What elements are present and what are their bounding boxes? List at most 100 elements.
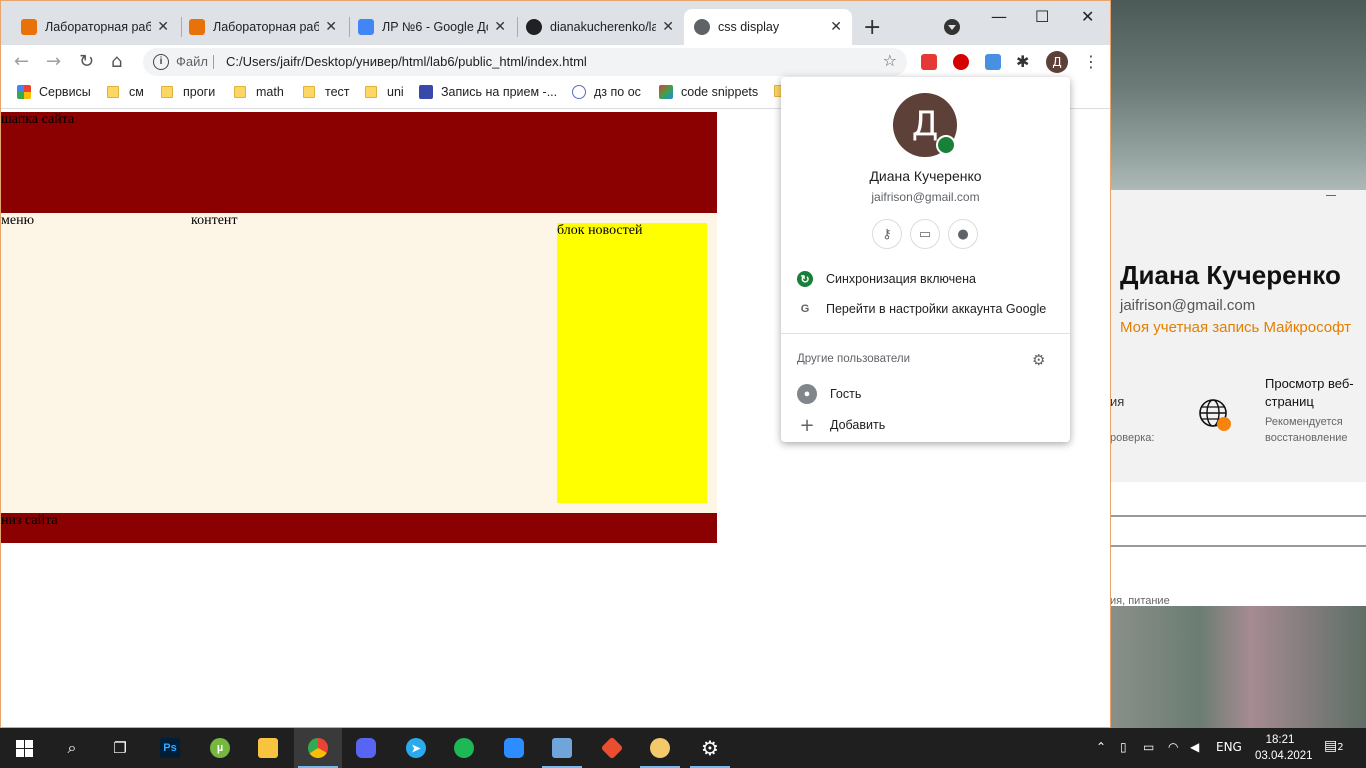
tab-lab-2[interactable]: Лабораторная раб ✕ xyxy=(179,9,347,45)
forward-icon[interactable]: → xyxy=(46,51,61,72)
minimize-icon[interactable]: — xyxy=(991,7,1007,26)
tab-lab-1[interactable]: Лабораторная раб ✕ xyxy=(11,9,179,45)
url-text[interactable]: C:/Users/jaifr/Desktop/универ/html/lab6/… xyxy=(226,54,587,69)
bookmark-folder[interactable]: см xyxy=(107,85,144,99)
back-icon[interactable]: ← xyxy=(14,51,29,72)
utorrent-icon[interactable]: µ xyxy=(196,728,244,768)
task-view-icon[interactable]: ❐ xyxy=(96,728,144,768)
new-tab-icon[interactable]: + xyxy=(863,15,881,40)
tab-search-icon[interactable] xyxy=(944,19,960,35)
info-icon[interactable]: i xyxy=(153,54,169,70)
minimize-icon[interactable] xyxy=(1326,195,1336,196)
add-profile-label: Добавить xyxy=(830,418,886,432)
classroom-icon xyxy=(189,19,205,35)
tab-css-display[interactable]: css display ✕ xyxy=(684,9,852,45)
close-tab-icon[interactable]: ✕ xyxy=(830,19,842,35)
site-footer: низ сайта xyxy=(1,513,717,543)
volume-icon[interactable]: ◀ xyxy=(1190,740,1199,754)
scheme-label: Файл xyxy=(176,54,208,69)
play-extension-icon[interactable] xyxy=(985,54,1001,70)
close-tab-icon[interactable]: ✕ xyxy=(157,19,169,35)
bookmark-label: math xyxy=(256,85,284,99)
git-icon[interactable] xyxy=(588,728,636,768)
profile-avatar-button[interactable]: Д xyxy=(1046,51,1068,73)
zoom-icon[interactable] xyxy=(490,728,538,768)
microsoft-account-link[interactable]: Моя учетная запись Майкрософт xyxy=(1120,319,1351,336)
profile-name: Диана Кучеренко xyxy=(869,168,982,184)
site-content: контент xyxy=(191,213,238,228)
telegram-icon[interactable]: ➤ xyxy=(392,728,440,768)
discord-icon[interactable] xyxy=(342,728,390,768)
settings-band xyxy=(1110,482,1366,606)
truncated-label: роверка: xyxy=(1110,432,1155,444)
bookmark-site[interactable]: дз по ос xyxy=(572,85,641,99)
bookmark-apps[interactable]: Сервисы xyxy=(17,85,91,99)
device-icon[interactable]: ▯ xyxy=(1120,740,1127,754)
apps-grid-icon xyxy=(17,85,31,99)
reload-icon[interactable]: ↻ xyxy=(79,51,94,72)
home-icon[interactable]: ⌂ xyxy=(111,51,122,72)
close-tab-icon[interactable]: ✕ xyxy=(494,19,506,35)
site-icon xyxy=(572,85,586,99)
passwords-key-icon[interactable]: ⚷ xyxy=(872,219,902,249)
video-extension-icon[interactable] xyxy=(921,54,937,70)
truncated-label: ия xyxy=(1110,394,1125,409)
payment-card-icon[interactable]: ▭ xyxy=(910,219,940,249)
chrome-taskbar-icon[interactable] xyxy=(294,728,342,768)
notifications-icon[interactable]: ▤2 xyxy=(1324,738,1344,754)
chevron-up-icon[interactable]: ⌃ xyxy=(1096,740,1106,754)
clock[interactable]: 18:21 03.04.2021 xyxy=(1255,732,1313,764)
windows-taskbar: ⌕ ❐ Ps µ ➤ ⚙ ⌃ ▯ ▭ ◠ ◀ ENG 18:21 03.04.2… xyxy=(0,728,1366,768)
paint-icon[interactable] xyxy=(636,728,684,768)
notification-count: 2 xyxy=(1337,742,1344,753)
wifi-icon[interactable]: ◠ xyxy=(1168,740,1178,754)
browsing-tile-title[interactable]: Просмотр веб-страниц xyxy=(1265,375,1365,411)
bookmark-site[interactable]: code snippets xyxy=(659,85,758,99)
profile-email: jaifrison@gmail.com xyxy=(871,190,980,204)
maximize-icon[interactable]: ☐ xyxy=(1035,7,1049,26)
tab-google-docs[interactable]: ЛР №6 - Google До ✕ xyxy=(348,9,516,45)
sync-row[interactable]: ↻ Синхронизация включена xyxy=(797,271,976,287)
settings-gear-icon[interactable]: ⚙ xyxy=(686,728,734,768)
file-explorer-icon[interactable] xyxy=(244,728,292,768)
wallpaper-plants xyxy=(1110,606,1366,728)
gear-icon[interactable]: ⚙ xyxy=(1032,351,1045,369)
search-icon[interactable]: ⌕ xyxy=(48,728,96,768)
start-button[interactable] xyxy=(0,728,48,768)
more-menu-icon[interactable]: ⋮ xyxy=(1083,52,1099,71)
close-tab-icon[interactable]: ✕ xyxy=(662,19,674,35)
divider xyxy=(213,55,214,69)
photoshop-icon[interactable]: Ps xyxy=(146,728,194,768)
extensions-puzzle-icon[interactable]: ✱ xyxy=(1016,52,1029,71)
address-bar[interactable]: i Файл C:/Users/jaifr/Desktop/универ/htm… xyxy=(143,48,907,76)
battery-icon[interactable]: ▭ xyxy=(1143,740,1154,754)
divider xyxy=(781,333,1070,334)
emblem-icon xyxy=(419,85,433,99)
language-indicator[interactable]: ENG xyxy=(1216,740,1242,754)
addresses-pin-icon[interactable]: ● xyxy=(948,219,978,249)
site-middle: меню контент блок новостей xyxy=(1,213,717,513)
opera-extension-icon[interactable] xyxy=(953,54,969,70)
guest-row[interactable]: ● Гость xyxy=(797,384,861,404)
bookmark-site[interactable]: Запись на прием -... xyxy=(419,85,557,99)
bookmark-label: code snippets xyxy=(681,85,759,99)
news-block-text: блок новостей xyxy=(557,223,643,238)
tab-github[interactable]: dianakucherenko/la ✕ xyxy=(516,9,684,45)
bookmark-folder[interactable]: uni xyxy=(365,85,404,99)
browsing-tile-subtitle: Рекомендуется восстановление xyxy=(1265,416,1348,444)
virtualbox-icon[interactable] xyxy=(538,728,586,768)
spotify-icon[interactable] xyxy=(440,728,488,768)
bookmark-folder[interactable]: math xyxy=(234,85,284,99)
bookmark-folder[interactable]: проги xyxy=(161,85,215,99)
truncated-label: ия, питание xyxy=(1110,595,1170,606)
manage-account-label: Перейти в настройки аккаунта Google xyxy=(826,302,1047,316)
tab-title: dianakucherenko/la xyxy=(550,20,657,34)
add-profile-row[interactable]: + Добавить xyxy=(797,415,886,436)
close-tab-icon[interactable]: ✕ xyxy=(325,19,337,35)
bookmark-star-icon[interactable]: ☆ xyxy=(883,51,897,70)
chrome-window: Лабораторная раб ✕ Лабораторная раб ✕ ЛР… xyxy=(0,0,1111,728)
close-window-icon[interactable]: ✕ xyxy=(1081,7,1094,26)
bookmark-folder[interactable]: тест xyxy=(303,85,350,99)
manage-account-row[interactable]: G Перейти в настройки аккаунта Google xyxy=(797,301,1046,317)
clock-date: 03.04.2021 xyxy=(1255,750,1313,762)
